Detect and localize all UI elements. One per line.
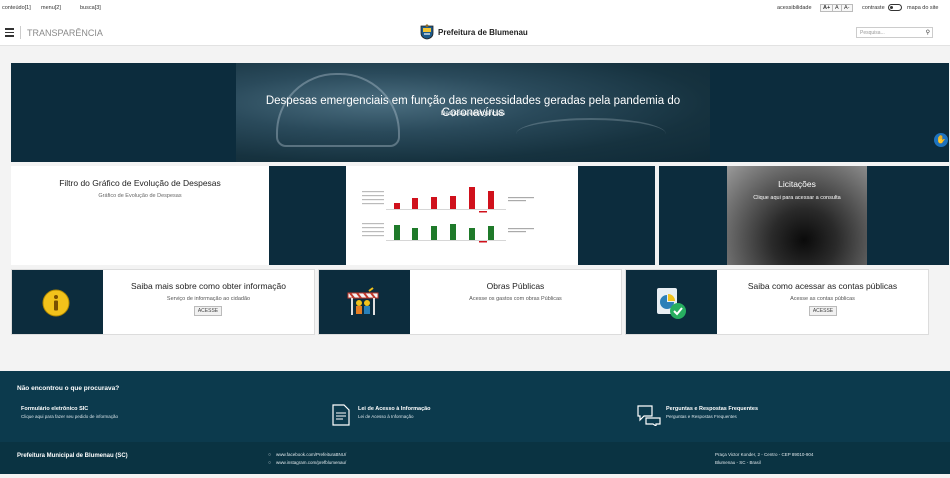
accounts-card-title: Saiba como acessar as contas públicas — [747, 281, 898, 291]
skip-to-menu-link[interactable]: menu[2] — [41, 5, 61, 11]
info-card-icon-panel — [12, 270, 103, 334]
accounts-check-icon — [657, 288, 686, 319]
city-crest-icon — [420, 24, 434, 40]
public-accounts-card[interactable]: Saiba como acessar as contas públicas Ac… — [625, 269, 929, 335]
contrast-toggle[interactable] — [888, 4, 902, 11]
filter-card-subtitle: Gráfico de Evolução de Despesas — [98, 193, 182, 199]
faq-link[interactable]: Perguntas e Respostas Frequentes Pergunt… — [666, 406, 758, 419]
sic-form-desc: Clique aqui para fazer seu pedido de inf… — [21, 414, 119, 419]
instagram-icon: ○ — [268, 460, 272, 466]
sitemap-link[interactable]: mapa do site — [907, 5, 939, 11]
document-icon — [332, 404, 350, 426]
access-law-link[interactable]: Lei de Acesso à Informação Lei de Acesso… — [358, 406, 431, 419]
sign-language-widget-icon[interactable]: ✋ — [934, 133, 948, 147]
instagram-link[interactable]: www.instagram.com/prefblumenau/ — [276, 460, 346, 465]
skip-to-content-link[interactable]: conteúdo[1] — [2, 5, 31, 11]
font-decrease-button[interactable]: A- — [841, 4, 853, 12]
bids-card-subtitle: Clique aqui para acessar a consulta — [753, 195, 841, 201]
accessibility-label[interactable]: acessibilidade — [777, 5, 812, 11]
filter-card-title: Filtro do Gráfico de Evolução de Despesa… — [59, 178, 221, 188]
contrast-label: contraste — [862, 5, 885, 11]
bids-card-title: Licitações — [778, 179, 816, 189]
site-header: TRANSPARÊNCIA Prefeitura de Blumenau Pes… — [0, 16, 950, 46]
help-footer: Não encontrou o que procurava? Formulári… — [0, 371, 950, 442]
footer-question: Não encontrou o que procurava? — [17, 385, 120, 392]
info-icon — [42, 289, 70, 317]
accounts-card-access-button[interactable]: ACESSE — [809, 306, 837, 316]
faq-title: Perguntas e Respostas Frequentes — [666, 406, 759, 412]
public-works-card[interactable]: Obras Públicas Acesse os gastos com obra… — [318, 269, 622, 335]
org-footer: Prefeitura Municipal de Blumenau (SC) ○ … — [0, 442, 950, 474]
filter-card-text: Filtro do Gráfico de Evolução de Despesa… — [11, 166, 269, 265]
info-card-subtitle: Serviço de informação ao cidadão — [166, 296, 251, 302]
construction-icon — [347, 287, 379, 315]
expense-chart-filter-card[interactable]: Filtro do Gráfico de Evolução de Despesa… — [11, 166, 655, 265]
accounts-card-icon-panel — [626, 270, 717, 334]
facebook-icon: ○ — [268, 452, 272, 458]
info-access-card[interactable]: Saiba mais sobre como obter informação S… — [11, 269, 315, 335]
access-law-title: Lei de Acesso à Informação — [358, 406, 431, 412]
skip-to-search-link[interactable]: busca[3] — [80, 5, 101, 11]
footer-org-name: Prefeitura Municipal de Blumenau (SC) — [17, 453, 128, 459]
works-card-title: Obras Públicas — [486, 281, 545, 291]
access-law-desc: Lei de Acesso à Informação — [358, 414, 414, 419]
works-card-icon-panel — [319, 270, 410, 334]
bids-card[interactable]: Licitações Clique aqui para acessar a co… — [659, 166, 949, 265]
accessibility-bar: conteúdo[1] menu[2] busca[3] acessibilid… — [0, 0, 950, 16]
address-line-1: Praça Victor Konder, 2 - Centro - CEP 89… — [715, 452, 814, 457]
search-input[interactable]: Pesquisa... ⚲ — [856, 27, 933, 38]
info-card-title: Saiba mais sobre como obter informação — [131, 281, 286, 291]
brand-name: Prefeitura de Blumenau — [438, 28, 528, 37]
section-title[interactable]: TRANSPARÊNCIA — [27, 28, 103, 38]
hero-banner-link[interactable]: Despesas emergenciais em função das nece… — [11, 63, 949, 162]
sic-form-link[interactable]: Formulário eletrônico SIC Clique aqui pa… — [21, 406, 118, 419]
sic-form-title: Formulário eletrônico SIC — [21, 406, 89, 412]
hero-subtitle: Despesas emergenciais — [440, 111, 506, 117]
header-divider — [20, 26, 21, 39]
search-icon[interactable]: ⚲ — [926, 29, 930, 36]
works-card-subtitle: Acesse os gastos com obras Públicas — [469, 296, 562, 302]
faq-chat-icon — [637, 405, 661, 426]
address-line-2: Blumenau - SC - Brasil — [715, 460, 761, 465]
faq-desc: Perguntas e Respostas Frequentes — [666, 414, 737, 419]
search-placeholder: Pesquisa... — [860, 30, 885, 36]
facebook-link[interactable]: www.facebook.com/PrefeituraBNU/ — [276, 452, 346, 457]
accounts-card-subtitle: Acesse as contas públicas — [790, 296, 855, 302]
expense-chart-thumbnail — [346, 166, 578, 265]
menu-icon[interactable] — [5, 28, 14, 37]
info-card-access-button[interactable]: ACESSE — [194, 306, 222, 316]
